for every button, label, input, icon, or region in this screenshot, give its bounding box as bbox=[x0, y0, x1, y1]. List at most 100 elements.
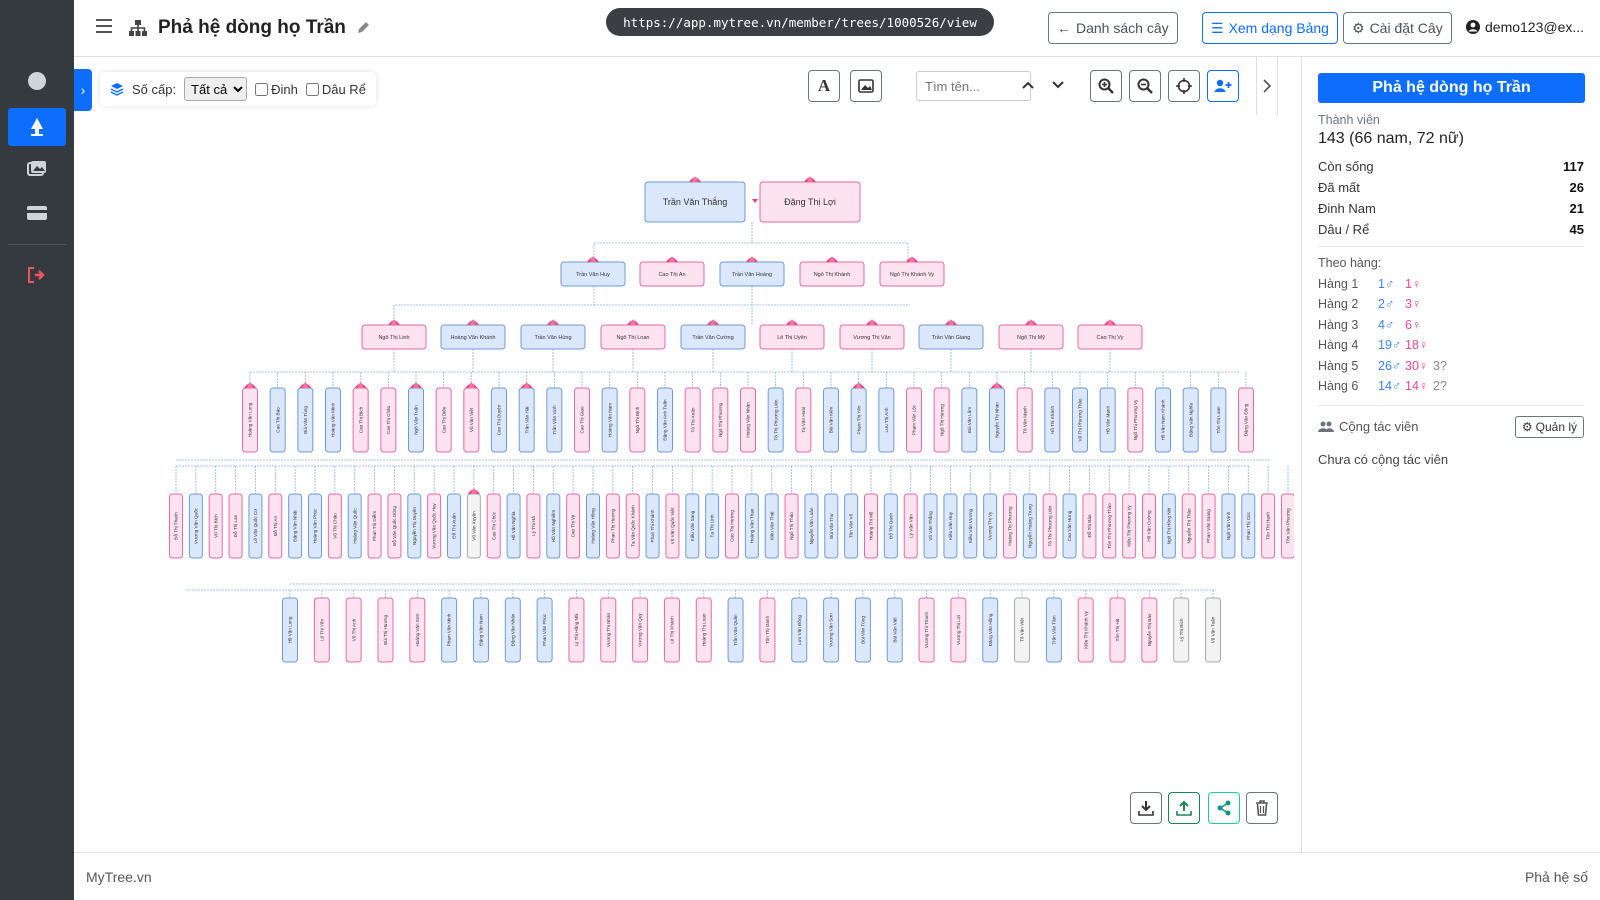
person-node[interactable]: Ngô Thị Khánh Vy bbox=[879, 261, 945, 287]
person-node[interactable]: Tô Thị Phương Liên bbox=[767, 387, 784, 453]
person-node[interactable]: Trần Văn Huy bbox=[560, 261, 626, 287]
search-next-button[interactable] bbox=[1048, 75, 1068, 95]
person-node[interactable]: Nguyễn Thị Bảo bbox=[1141, 597, 1158, 663]
person-node[interactable]: Đặng Văn Nam bbox=[472, 597, 489, 663]
person-node[interactable]: Cao Thị Hường bbox=[725, 493, 739, 559]
person-node[interactable]: Bùi Thị Hương bbox=[377, 597, 394, 663]
person-node[interactable]: Hoàng Thị Mỹ bbox=[864, 493, 878, 559]
person-node[interactable]: Bùi Văn Tùng bbox=[854, 597, 871, 663]
person-node[interactable]: Tôn Văn Phương bbox=[1281, 493, 1295, 559]
person-node[interactable]: Tạ Văn Quốc Khánh bbox=[625, 493, 640, 559]
person-node[interactable]: Vương Thị Thanh bbox=[918, 597, 935, 663]
person-node[interactable]: Tô Thị Phương Liên bbox=[1042, 493, 1057, 559]
person-node[interactable]: Tô Thị Xuân bbox=[684, 387, 701, 453]
upload-button[interactable] bbox=[1168, 792, 1200, 824]
person-node[interactable]: Lý Văn Vân bbox=[903, 493, 918, 559]
person-node[interactable]: Phan Văn Giang bbox=[1201, 493, 1216, 559]
delete-button[interactable] bbox=[1246, 792, 1278, 824]
person-node[interactable]: Vũ Thị Phương Thảo bbox=[1072, 387, 1088, 453]
person-node[interactable]: Cao Thị Chúc bbox=[486, 493, 501, 559]
person-node[interactable]: Phan Thị Diễm bbox=[367, 493, 382, 559]
zoom-in-button[interactable] bbox=[1090, 70, 1122, 102]
tree-canvas[interactable]: Trần Văn Thắng Đặng Thị Lợi Trần Văn Huy Ca… bbox=[74, 57, 1294, 852]
person-node[interactable]: Lê Văn Quốc Cơ bbox=[248, 493, 263, 559]
person-node[interactable]: Hoàng Văn Phúc bbox=[308, 493, 322, 559]
gallery-icon[interactable] bbox=[8, 150, 66, 188]
generation-select[interactable]: Tất cả bbox=[184, 77, 248, 101]
person-node[interactable]: Vũ Thị Bích bbox=[208, 493, 223, 559]
person-node[interactable]: Đặng Văn Đông bbox=[1238, 387, 1254, 453]
person-node[interactable]: Bùi Văn Lâm bbox=[961, 387, 978, 453]
table-view-button[interactable]: ☰ Xem dạng Bảng bbox=[1202, 12, 1338, 44]
search-prev-button[interactable] bbox=[1018, 75, 1038, 95]
person-node[interactable]: Tôn Văn Vũ bbox=[844, 493, 859, 559]
person-node[interactable]: Đặng Văn Hồng bbox=[982, 597, 999, 663]
person-node[interactable]: Cao Thị Bích bbox=[352, 387, 369, 453]
photo-toggle-button[interactable] bbox=[850, 70, 882, 102]
user-menu[interactable]: demo123@ex... bbox=[1466, 19, 1584, 35]
person-node[interactable]: Hoàng Văn Long bbox=[242, 387, 258, 453]
person-node[interactable]: Vương Văn Quốc Huy bbox=[427, 493, 442, 559]
person-node[interactable]: Đỗ Thị Xuân bbox=[447, 493, 461, 559]
collapse-right-panel-button[interactable] bbox=[1256, 57, 1278, 115]
person-node[interactable]: Đặng Văn Nhật bbox=[288, 493, 303, 559]
search-input[interactable] bbox=[916, 71, 1031, 101]
inlaw-checkbox[interactable] bbox=[305, 82, 319, 96]
card-icon[interactable] bbox=[8, 194, 66, 232]
person-node[interactable]: Cao Thị Vy bbox=[1077, 324, 1143, 350]
person-node[interactable]: Vũ Văn Tuấn bbox=[1205, 597, 1221, 663]
expand-left-panel-button[interactable]: › bbox=[74, 69, 92, 111]
person-node[interactable]: Ngô Thị Loan bbox=[600, 324, 666, 350]
person-node[interactable]: Đỗ Thị Thanh bbox=[169, 493, 183, 559]
person-node[interactable]: Ngô Thị Phương Vy bbox=[1127, 387, 1144, 453]
person-node[interactable]: Bùi Văn Thư bbox=[824, 493, 839, 559]
download-button[interactable] bbox=[1130, 792, 1162, 824]
person-node[interactable]: Bùi Văn Việt bbox=[886, 597, 903, 663]
person-node[interactable]: Vương Thị Vân bbox=[839, 324, 905, 350]
logout-icon[interactable] bbox=[8, 256, 66, 294]
person-node[interactable]: Hồ Văn Cường bbox=[1142, 493, 1156, 559]
person-node[interactable]: Bùi Văn Tùng bbox=[297, 387, 314, 453]
person-node[interactable]: Vương Thị Nhàn bbox=[600, 597, 617, 663]
person-node[interactable]: Kiều Thị Khánh Vy bbox=[1077, 597, 1094, 663]
inlaw-filter[interactable]: Dâu Rể bbox=[305, 82, 366, 97]
person-node[interactable]: Ngô Văn Tuấn bbox=[408, 387, 424, 453]
person-node[interactable]: Cao Thị Giao bbox=[574, 387, 590, 453]
person-node[interactable]: Phan Văn Phúc bbox=[536, 597, 553, 663]
person-node[interactable]: Vũ Thị Anh bbox=[345, 597, 362, 663]
person-node[interactable]: Vũ Văn Xuyên bbox=[466, 493, 481, 559]
person-node[interactable]: Trần Văn Vịnh bbox=[546, 387, 563, 453]
person-node[interactable]: Hoàng Văn Nam bbox=[601, 387, 618, 453]
person-node[interactable]: Hồ Văn Nghĩa bbox=[506, 493, 521, 559]
person-node[interactable]: Tôn Thị Oanh bbox=[759, 597, 776, 663]
family-tree[interactable]: Trần Văn Thắng Đặng Thị Lợi Trần Văn Huy Ca… bbox=[74, 57, 1294, 852]
person-node[interactable]: Kiều Văn Huy bbox=[943, 493, 958, 559]
person-node[interactable]: Tôn Thị Hà bbox=[1109, 597, 1126, 663]
person-node[interactable]: Vũ Văn Quốc Việt bbox=[665, 493, 680, 559]
person-node[interactable]: Cao Thị Duyên bbox=[491, 387, 507, 453]
person-node[interactable]: Bùi Văn Kiên bbox=[823, 387, 839, 453]
person-node[interactable]: Vũ Văn Thắng bbox=[923, 493, 938, 559]
person-node[interactable]: Kiều Thị Phương Vy bbox=[1122, 493, 1137, 559]
person-node[interactable]: Nguyễn Hoàng Trung bbox=[1022, 493, 1037, 559]
person-node[interactable]: Cao Thị Châu bbox=[380, 387, 397, 453]
zoom-out-button[interactable] bbox=[1129, 70, 1161, 102]
person-node[interactable]: Hoàng Văn Khánh bbox=[440, 324, 506, 350]
person-node[interactable]: Nguyễn Thị Duyên bbox=[407, 493, 422, 559]
person-node[interactable]: Trần Văn Tâm bbox=[1045, 597, 1062, 663]
person-node[interactable]: Trần Văn Hùng bbox=[520, 324, 586, 350]
person-node[interactable]: Tạ Thị Linh bbox=[705, 493, 720, 559]
person-node[interactable]: Hoàng Thị Phương bbox=[1003, 493, 1017, 559]
manage-collaborators-button[interactable]: ⚙ Quản lý bbox=[1514, 415, 1584, 438]
person-node[interactable]: Hồ Văn Long bbox=[282, 597, 298, 663]
person-node[interactable]: Phan Thị Cúc bbox=[1241, 493, 1256, 559]
person-node[interactable]: Ngô Thị Linh bbox=[361, 324, 427, 350]
person-node[interactable]: Hồ Thị Khánh bbox=[1044, 387, 1061, 453]
person-node[interactable]: Trần Văn Quân bbox=[727, 597, 744, 663]
person-node[interactable]: Nguyễn Thị Nhàn bbox=[989, 387, 1005, 453]
person-node[interactable]: Kiều Văn Vương bbox=[963, 493, 978, 559]
person-node[interactable]: Lê Thị Khánh bbox=[663, 597, 680, 663]
person-node[interactable]: Hoàng Thị Loan bbox=[695, 597, 712, 663]
person-node[interactable]: Cao Thị Vịt bbox=[566, 493, 581, 559]
person-node[interactable]: Lưu Văn Đồng bbox=[791, 597, 808, 663]
